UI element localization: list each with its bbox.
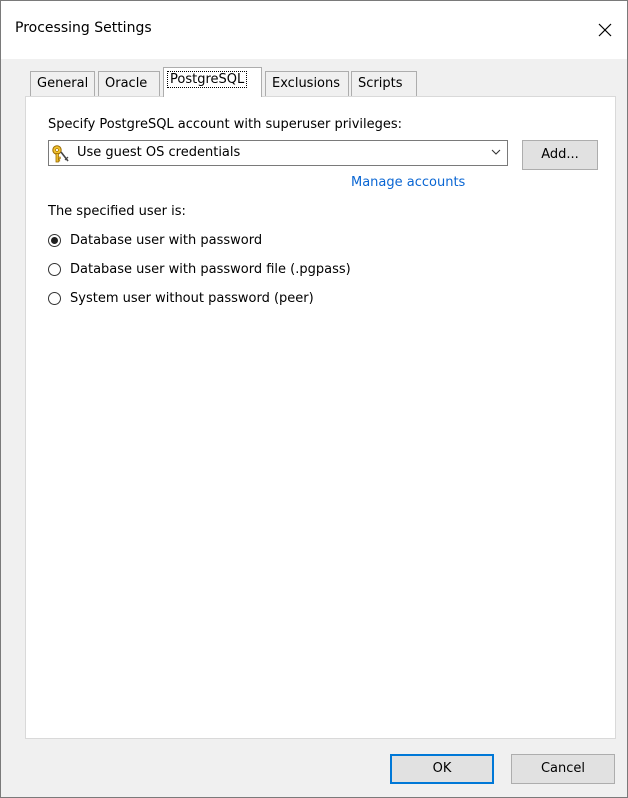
- postgresql-tab-panel: Specify PostgreSQL account with superuse…: [25, 96, 616, 739]
- user-type-label: The specified user is:: [48, 204, 186, 219]
- tab-postgresql[interactable]: PostgreSQL: [163, 67, 262, 97]
- tab-exclusions[interactable]: Exclusions: [265, 71, 349, 96]
- account-dropdown-value: Use guest OS credentials: [77, 145, 241, 160]
- tab-scripts[interactable]: Scripts: [351, 71, 417, 96]
- close-icon: [598, 23, 612, 37]
- radio-label: Database user with password: [70, 232, 263, 248]
- ok-button[interactable]: OK: [390, 754, 494, 784]
- title-bar: Processing Settings: [1, 1, 627, 59]
- radio-button[interactable]: [48, 262, 61, 276]
- processing-settings-dialog: Processing Settings General Oracle Postg…: [0, 0, 628, 798]
- close-button[interactable]: [583, 1, 627, 59]
- radio-label: System user without password (peer): [70, 290, 314, 306]
- tab-oracle[interactable]: Oracle: [98, 71, 160, 96]
- radio-db-user-password[interactable]: Database user with password: [48, 230, 262, 250]
- radio-button[interactable]: [48, 291, 61, 305]
- chevron-down-icon: [491, 149, 501, 155]
- account-dropdown[interactable]: Use guest OS credentials: [48, 140, 508, 166]
- account-label: Specify PostgreSQL account with superuse…: [48, 117, 403, 132]
- tab-general[interactable]: General: [30, 71, 95, 96]
- radio-system-user-peer[interactable]: System user without password (peer): [48, 288, 314, 308]
- key-icon: [52, 145, 69, 163]
- radio-label: Database user with password file (.pgpas…: [70, 261, 351, 277]
- add-account-button[interactable]: Add...: [522, 140, 598, 170]
- manage-accounts-link[interactable]: Manage accounts: [351, 175, 465, 190]
- window-title: Processing Settings: [15, 20, 152, 36]
- radio-db-user-pgpass[interactable]: Database user with password file (.pgpas…: [48, 259, 351, 279]
- cancel-button[interactable]: Cancel: [511, 754, 615, 784]
- radio-button[interactable]: [48, 233, 61, 247]
